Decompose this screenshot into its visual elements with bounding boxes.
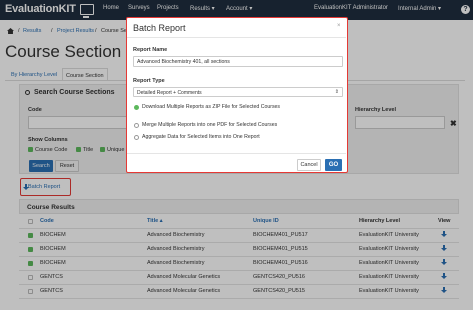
select-caret-icon: ⇕: [334, 89, 339, 95]
radio-zip-option[interactable]: [134, 105, 139, 110]
option-zip-label[interactable]: Download Multiple Reports as ZIP File fo…: [142, 104, 280, 110]
radio-aggregate-option[interactable]: [134, 135, 139, 140]
close-icon[interactable]: ×: [337, 23, 341, 29]
batch-report-dialog: Batch Report × Report Name Advanced Bioc…: [126, 17, 348, 173]
report-type-label: Report Type: [133, 78, 165, 84]
go-button[interactable]: GO: [325, 159, 342, 171]
report-type-value: Detailed Report + Comments: [137, 90, 202, 96]
dialog-title: Batch Report: [133, 23, 186, 33]
report-name-input[interactable]: Advanced Biochemistry 401, all sections: [133, 56, 343, 67]
option-aggregate-label[interactable]: Aggregate Data for Selected Items into O…: [142, 134, 260, 140]
report-name-label: Report Name: [133, 47, 168, 53]
dialog-footer-divider: [127, 153, 346, 154]
report-type-select[interactable]: Detailed Report + Comments ⇕: [133, 87, 343, 97]
radio-merge-pdf-option[interactable]: [134, 123, 139, 128]
option-merge-pdf-label[interactable]: Merge Multiple Reports into one PDF for …: [142, 122, 277, 128]
dialog-header-divider: [127, 37, 346, 38]
cancel-button[interactable]: Cancel: [297, 159, 321, 171]
